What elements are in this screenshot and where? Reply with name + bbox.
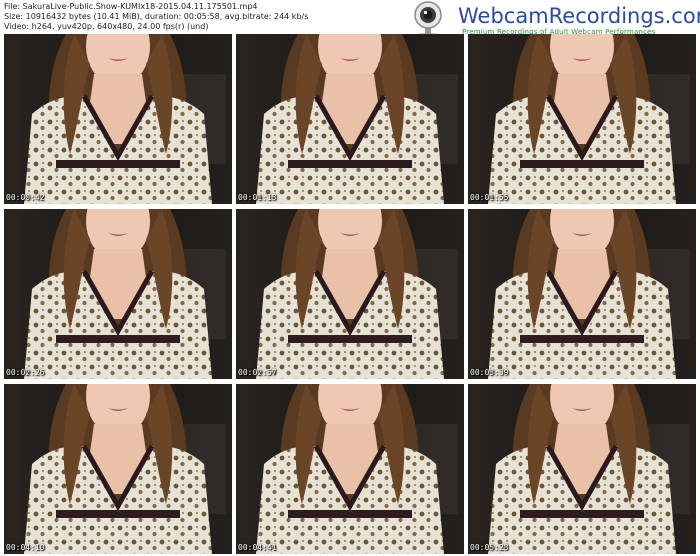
frame-timestamp: 00:05:23 [470,543,509,552]
frame-timestamp: 00:00:42 [6,193,45,202]
frame-timestamp: 00:03:39 [470,368,509,377]
frame-timestamp: 00:04:41 [238,543,277,552]
logo-text: WebcamRecordings.com [458,4,700,28]
video-frame-thumbnail: 00:01:55 [468,34,696,204]
video-info-line: Video: h264, yuv420p, 640x480, 24.00 fps… [4,22,209,31]
frame-timestamp: 00:02:57 [238,368,277,377]
video-frame-thumbnail: 00:00:42 [4,34,232,204]
video-frame-thumbnail: 00:05:23 [468,384,696,554]
frame-timestamp: 00:01:55 [470,193,509,202]
video-frame-thumbnail: 00:02:57 [236,209,464,379]
video-frame-thumbnail: 00:01:13 [236,34,464,204]
file-name-line: File: SakuraLive-Public.Show-KUMIx18-201… [4,2,258,11]
frame-timestamp: 00:02:26 [6,368,45,377]
frame-timestamp: 00:04:10 [6,543,45,552]
file-size-line: Size: 10916432 bytes (10.41 MiB), durati… [4,12,309,21]
thumbnail-grid: 00:00:42 00:01:13 00:01:55 00:02:26 00:0… [4,34,696,554]
video-frame-thumbnail: 00:04:10 [4,384,232,554]
frame-timestamp: 00:01:13 [238,193,277,202]
video-frame-thumbnail: 00:03:39 [468,209,696,379]
video-frame-thumbnail: 00:04:41 [236,384,464,554]
video-frame-thumbnail: 00:02:26 [4,209,232,379]
